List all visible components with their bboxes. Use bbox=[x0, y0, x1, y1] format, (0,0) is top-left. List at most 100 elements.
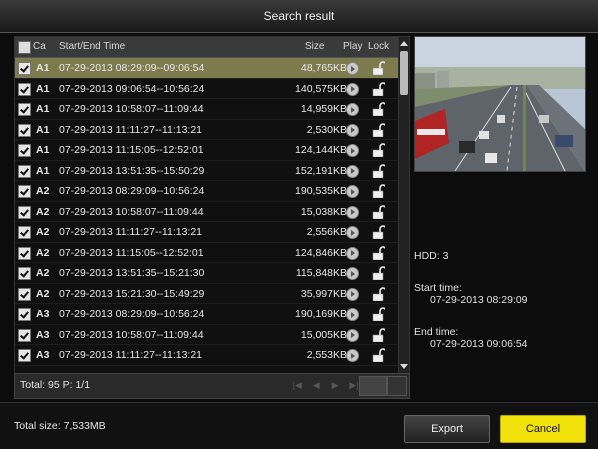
play-icon[interactable] bbox=[346, 185, 359, 198]
table-row[interactable]: A2 07-29-2013 11:15:05--12:52:01 124,846KB bbox=[15, 243, 409, 263]
row-checkbox[interactable] bbox=[18, 246, 31, 260]
play-icon[interactable] bbox=[346, 349, 359, 362]
row-checkbox[interactable] bbox=[18, 185, 31, 198]
play-icon[interactable] bbox=[346, 308, 359, 321]
table-row[interactable]: A1 07-29-2013 08:29:09--09:06:54 48,765KB bbox=[15, 58, 409, 79]
select-all-checkbox[interactable] bbox=[18, 41, 31, 54]
unlock-icon[interactable] bbox=[371, 102, 387, 117]
row-channel: A2 bbox=[36, 246, 50, 259]
unlock-icon[interactable] bbox=[371, 184, 387, 199]
row-checkbox[interactable] bbox=[18, 62, 31, 75]
unlock-icon[interactable] bbox=[371, 286, 387, 301]
unlock-icon[interactable] bbox=[371, 143, 387, 158]
unlock-icon[interactable] bbox=[371, 327, 387, 342]
cancel-button[interactable]: Cancel bbox=[500, 415, 586, 443]
row-checkbox[interactable] bbox=[18, 144, 31, 157]
table-body: A1 07-29-2013 08:29:09--09:06:54 48,765KB A… bbox=[15, 58, 409, 366]
unlock-icon[interactable] bbox=[371, 348, 387, 363]
row-checkbox[interactable] bbox=[18, 164, 31, 178]
row-size: 14,959KB bbox=[300, 103, 347, 115]
total-size: Total size: 7,533MB bbox=[14, 420, 106, 432]
unlock-icon[interactable] bbox=[371, 245, 387, 260]
row-channel: A2 bbox=[36, 205, 50, 218]
row-checkbox[interactable] bbox=[18, 103, 31, 116]
unlock-icon[interactable] bbox=[371, 204, 387, 219]
header-channel[interactable]: Ca bbox=[33, 41, 46, 52]
table-row[interactable]: A3 07-29-2013 11:11:27--11:13:21 2,553KB bbox=[15, 345, 409, 366]
unlock-icon[interactable] bbox=[371, 266, 387, 281]
row-checkbox[interactable] bbox=[18, 82, 31, 96]
prev-page-icon[interactable]: ◀ bbox=[309, 378, 323, 392]
table-row[interactable]: A1 07-29-2013 10:58:07--11:09:44 14,959KB bbox=[15, 99, 409, 120]
table-row[interactable]: A1 07-29-2013 13:51:35--15:50:29 152,191KB bbox=[15, 161, 409, 181]
row-checkbox[interactable] bbox=[18, 226, 31, 239]
row-checkbox[interactable] bbox=[18, 328, 31, 342]
start-time-label: Start time: bbox=[414, 282, 462, 294]
table-row[interactable]: A1 07-29-2013 09:06:54--10:56:24 140,575KB bbox=[15, 79, 409, 99]
row-size: 190,535KB bbox=[295, 185, 347, 197]
play-icon[interactable] bbox=[346, 164, 359, 178]
go-page-button[interactable] bbox=[387, 376, 407, 396]
play-icon[interactable] bbox=[346, 246, 359, 260]
page-input[interactable] bbox=[359, 376, 387, 396]
unlock-icon[interactable] bbox=[371, 307, 387, 322]
play-icon[interactable] bbox=[346, 328, 359, 342]
row-checkbox[interactable] bbox=[18, 349, 31, 362]
first-page-icon[interactable]: |◀ bbox=[290, 378, 304, 392]
scroll-thumb[interactable] bbox=[400, 51, 408, 95]
scroll-down-icon[interactable] bbox=[400, 364, 408, 369]
row-channel: A3 bbox=[36, 308, 50, 320]
row-time: 07-29-2013 13:51:35--15:50:29 bbox=[59, 164, 205, 177]
play-icon[interactable] bbox=[346, 123, 359, 137]
table-row[interactable]: A2 07-29-2013 10:58:07--11:09:44 15,038KB bbox=[15, 202, 409, 222]
row-size: 35,997KB bbox=[300, 287, 347, 300]
scroll-up-icon[interactable] bbox=[400, 41, 408, 46]
table-footer: Total: 95 P: 1/1 |◀ ◀ ▶ ▶| bbox=[14, 373, 410, 399]
table-row[interactable]: A2 07-29-2013 11:11:27--11:13:21 2,556KB bbox=[15, 222, 409, 243]
table-scrollbar[interactable] bbox=[398, 37, 409, 373]
row-checkbox[interactable] bbox=[18, 205, 31, 219]
unlock-icon[interactable] bbox=[371, 163, 387, 178]
play-icon[interactable] bbox=[346, 267, 359, 280]
row-size: 2,553KB bbox=[306, 349, 347, 361]
row-time: 07-29-2013 08:29:09--10:56:24 bbox=[59, 185, 205, 197]
table-row[interactable]: A2 07-29-2013 13:51:35--15:21:30 115,848KB bbox=[15, 263, 409, 284]
table-row[interactable]: A1 07-29-2013 11:15:05--12:52:01 124,144KB bbox=[15, 140, 409, 161]
row-time: 07-29-2013 09:06:54--10:56:24 bbox=[59, 82, 205, 95]
table-row[interactable]: A1 07-29-2013 11:11:27--11:13:21 2,530KB bbox=[15, 120, 409, 140]
play-icon[interactable] bbox=[346, 62, 359, 75]
row-checkbox[interactable] bbox=[18, 308, 31, 321]
play-icon[interactable] bbox=[346, 287, 359, 301]
unlock-icon[interactable] bbox=[371, 81, 387, 96]
table-row[interactable]: A3 07-29-2013 10:58:07--11:09:44 15,005KB bbox=[15, 325, 409, 345]
header-play: Play bbox=[343, 41, 363, 52]
export-button[interactable]: Export bbox=[404, 415, 490, 443]
play-icon[interactable] bbox=[346, 144, 359, 157]
row-size: 140,575KB bbox=[295, 82, 347, 95]
play-icon[interactable] bbox=[346, 103, 359, 116]
play-icon[interactable] bbox=[346, 82, 359, 96]
row-channel: A1 bbox=[36, 123, 50, 136]
play-icon[interactable] bbox=[346, 205, 359, 219]
unlock-icon[interactable] bbox=[371, 225, 387, 240]
play-icon[interactable] bbox=[346, 226, 359, 239]
row-time: 07-29-2013 08:29:09--09:06:54 bbox=[59, 62, 205, 74]
table-row[interactable]: A2 07-29-2013 08:29:09--10:56:24 190,535KB bbox=[15, 181, 409, 202]
unlock-icon[interactable] bbox=[371, 122, 387, 137]
header-time[interactable]: Start/End Time bbox=[59, 41, 125, 52]
table-row[interactable]: A2 07-29-2013 15:21:30--15:49:29 35,997KB bbox=[15, 284, 409, 304]
row-checkbox[interactable] bbox=[18, 123, 31, 137]
row-time: 07-29-2013 08:29:09--10:56:24 bbox=[59, 308, 205, 320]
row-checkbox[interactable] bbox=[18, 287, 31, 301]
row-time: 07-29-2013 11:11:27--11:13:21 bbox=[59, 349, 203, 361]
unlock-icon[interactable] bbox=[371, 61, 387, 76]
row-size: 124,846KB bbox=[295, 246, 347, 259]
table-row[interactable]: A3 07-29-2013 08:29:09--10:56:24 190,169KB bbox=[15, 304, 409, 325]
row-checkbox[interactable] bbox=[18, 267, 31, 280]
row-size: 2,556KB bbox=[306, 226, 347, 238]
row-channel: A3 bbox=[36, 349, 50, 361]
header-size[interactable]: Size bbox=[305, 41, 324, 52]
search-result-window: Search result Ca Start/End Time Size Pla… bbox=[0, 0, 598, 449]
next-page-icon[interactable]: ▶ bbox=[328, 378, 342, 392]
result-table: Ca Start/End Time Size Play Lock A1 07-29… bbox=[14, 36, 410, 374]
